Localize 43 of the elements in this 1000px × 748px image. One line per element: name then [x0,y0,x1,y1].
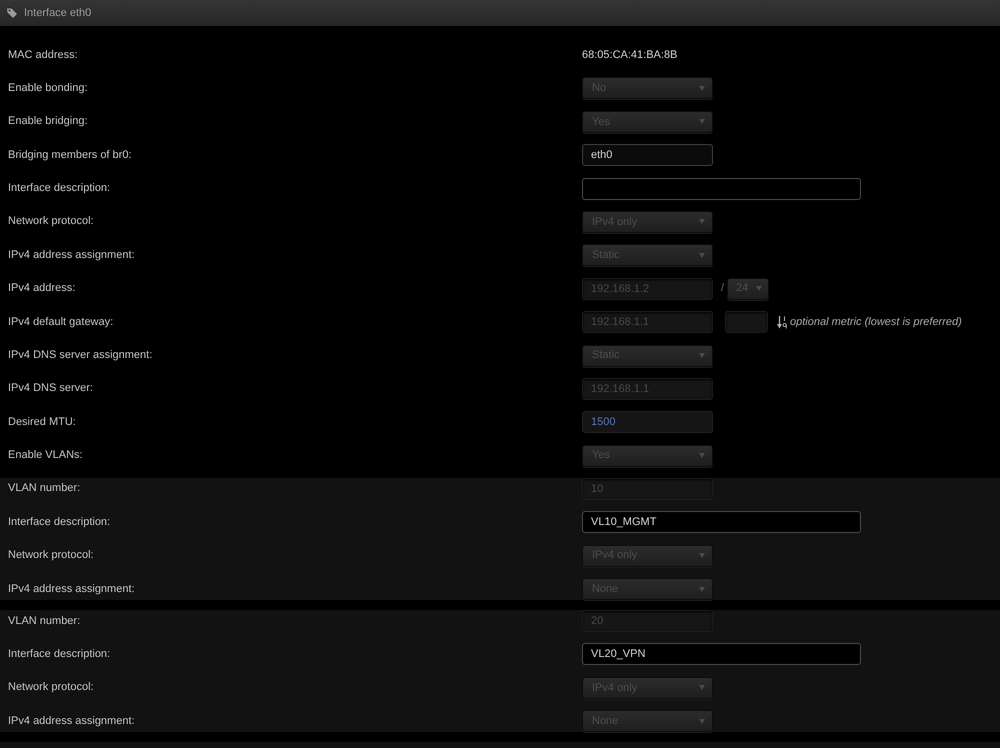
field-value: 68:05:CA:41:BA:8B [582,50,678,60]
field-label: IPv4 address: [7,283,76,294]
field-label: IPv4 DNS server assignment: [7,350,154,362]
field-label: Enable bridging: [7,116,89,128]
field-label: IPv4 default gateway: [7,316,114,328]
caret-icon [699,86,705,91]
input-field[interactable] [582,178,861,200]
caret-icon [699,718,705,724]
field-label: VLAN number: [7,483,82,494]
field-label: IPv4 address assignment: [7,716,136,727]
input-field[interactable]: 1500 [582,411,713,434]
hint-text: optional metric (lowest is preferred) [790,316,962,328]
field-label: Network protocol: [7,682,95,694]
input-field[interactable]: eth0 [582,144,713,166]
caret-icon [699,252,705,258]
caret-icon [699,119,705,124]
field-label: Desired MTU: [7,416,77,428]
caret-icon [699,553,705,558]
tag-icon [7,8,17,18]
caret-icon [699,219,705,224]
caret-icon [699,453,705,458]
field-label: IPv4 address assignment: [7,250,136,261]
caret-icon [756,286,762,292]
input-field[interactable]: VL10_MGMT [582,511,861,534]
field-label: Enable VLANs: [7,450,84,462]
field-label: MAC address: [7,50,79,60]
field-label: Network protocol: [7,216,95,228]
field-label: Interface description: [7,648,112,660]
field-label: IPv4 DNS server: [7,383,94,394]
field-label: IPv4 address assignment: [7,584,136,595]
field-label: Interface description: [7,516,112,528]
field-label: Enable bonding: [7,82,89,94]
caret-icon [699,685,705,690]
field-label: Network protocol: [7,550,95,562]
input-field[interactable]: VL20_VPN [582,643,861,666]
field-label: Bridging members of br0: [7,150,132,161]
field-label: Interface description: [7,183,112,194]
field-label: VLAN number: [7,616,82,627]
separator-text: / [721,283,724,294]
caret-icon [699,586,705,592]
sort-icon [777,316,787,329]
caret-icon [699,353,705,358]
panel-title: Interface eth0 [24,8,92,18]
